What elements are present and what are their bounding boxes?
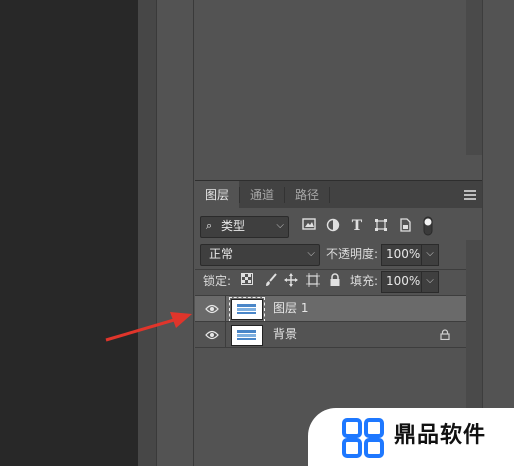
filter-toggle-switch[interactable] xyxy=(423,216,433,236)
canvas-area xyxy=(0,0,138,466)
divider xyxy=(225,322,226,347)
lock-icon xyxy=(440,329,450,341)
layer-name[interactable]: 背景 xyxy=(273,322,297,347)
tab-paths[interactable]: 路径 xyxy=(285,181,329,209)
lock-artboard-icon[interactable] xyxy=(305,273,321,289)
panel-menu-icon[interactable] xyxy=(464,190,476,200)
watermark: 鼎品软件 xyxy=(308,408,514,466)
layer-filter-dropdown[interactable]: ⌕ 类型 ⌵ xyxy=(200,216,289,238)
layer-row-background[interactable]: 背景 xyxy=(195,322,466,347)
divider xyxy=(225,296,226,321)
eye-icon[interactable] xyxy=(205,303,219,314)
chevron-down-icon: ⌵ xyxy=(276,220,284,231)
fill-chevron-icon[interactable]: ⌵ xyxy=(421,271,439,293)
search-icon: ⌕ xyxy=(206,219,213,232)
upper-panel xyxy=(195,0,482,180)
opacity-label: 不透明度: xyxy=(326,247,379,261)
opacity-chevron-icon[interactable]: ⌵ xyxy=(421,244,439,266)
layer-name[interactable]: 图层 1 xyxy=(273,296,308,321)
divider xyxy=(195,347,466,348)
panel-gutter xyxy=(138,0,156,466)
tab-layers[interactable]: 图层 xyxy=(195,181,240,209)
shape-filter-icon[interactable] xyxy=(373,218,389,234)
divider xyxy=(195,269,482,270)
upper-panel-scrollbar[interactable] xyxy=(466,0,482,155)
smart-object-filter-icon[interactable] xyxy=(397,218,413,234)
lock-position-icon[interactable] xyxy=(283,273,299,289)
layer-thumbnail[interactable] xyxy=(231,325,263,346)
fill-label: 填充: xyxy=(350,274,379,288)
right-panel-strip xyxy=(482,0,514,466)
tab-channels[interactable]: 通道 xyxy=(240,181,284,209)
layers-panel-tabbar: 图层 通道 路径 xyxy=(195,180,482,209)
adjustment-filter-icon[interactable] xyxy=(325,218,341,234)
type-filter-icon[interactable]: T xyxy=(349,218,365,234)
lock-label: 锁定: xyxy=(203,274,232,288)
lock-image-pixels-icon[interactable] xyxy=(263,273,279,289)
lock-all-icon[interactable] xyxy=(327,273,343,289)
tab-divider xyxy=(329,187,330,203)
layer-filter-label: 类型 xyxy=(221,219,246,233)
layer-row-layer-1[interactable]: 图层 1 xyxy=(195,296,466,322)
brand-logo-icon xyxy=(342,418,384,458)
collapsed-panel-column xyxy=(156,0,194,466)
watermark-text: 鼎品软件 xyxy=(394,423,487,448)
annotation-arrow xyxy=(105,312,192,342)
blend-mode-value: 正常 xyxy=(209,247,234,261)
eye-icon[interactable] xyxy=(205,329,219,340)
layer-thumbnail[interactable] xyxy=(229,297,265,322)
chevron-down-icon: ⌵ xyxy=(307,248,315,259)
image-filter-icon[interactable] xyxy=(301,218,317,234)
blend-mode-dropdown[interactable]: 正常 ⌵ xyxy=(200,244,320,266)
lock-transparent-pixels-icon[interactable] xyxy=(239,273,255,289)
